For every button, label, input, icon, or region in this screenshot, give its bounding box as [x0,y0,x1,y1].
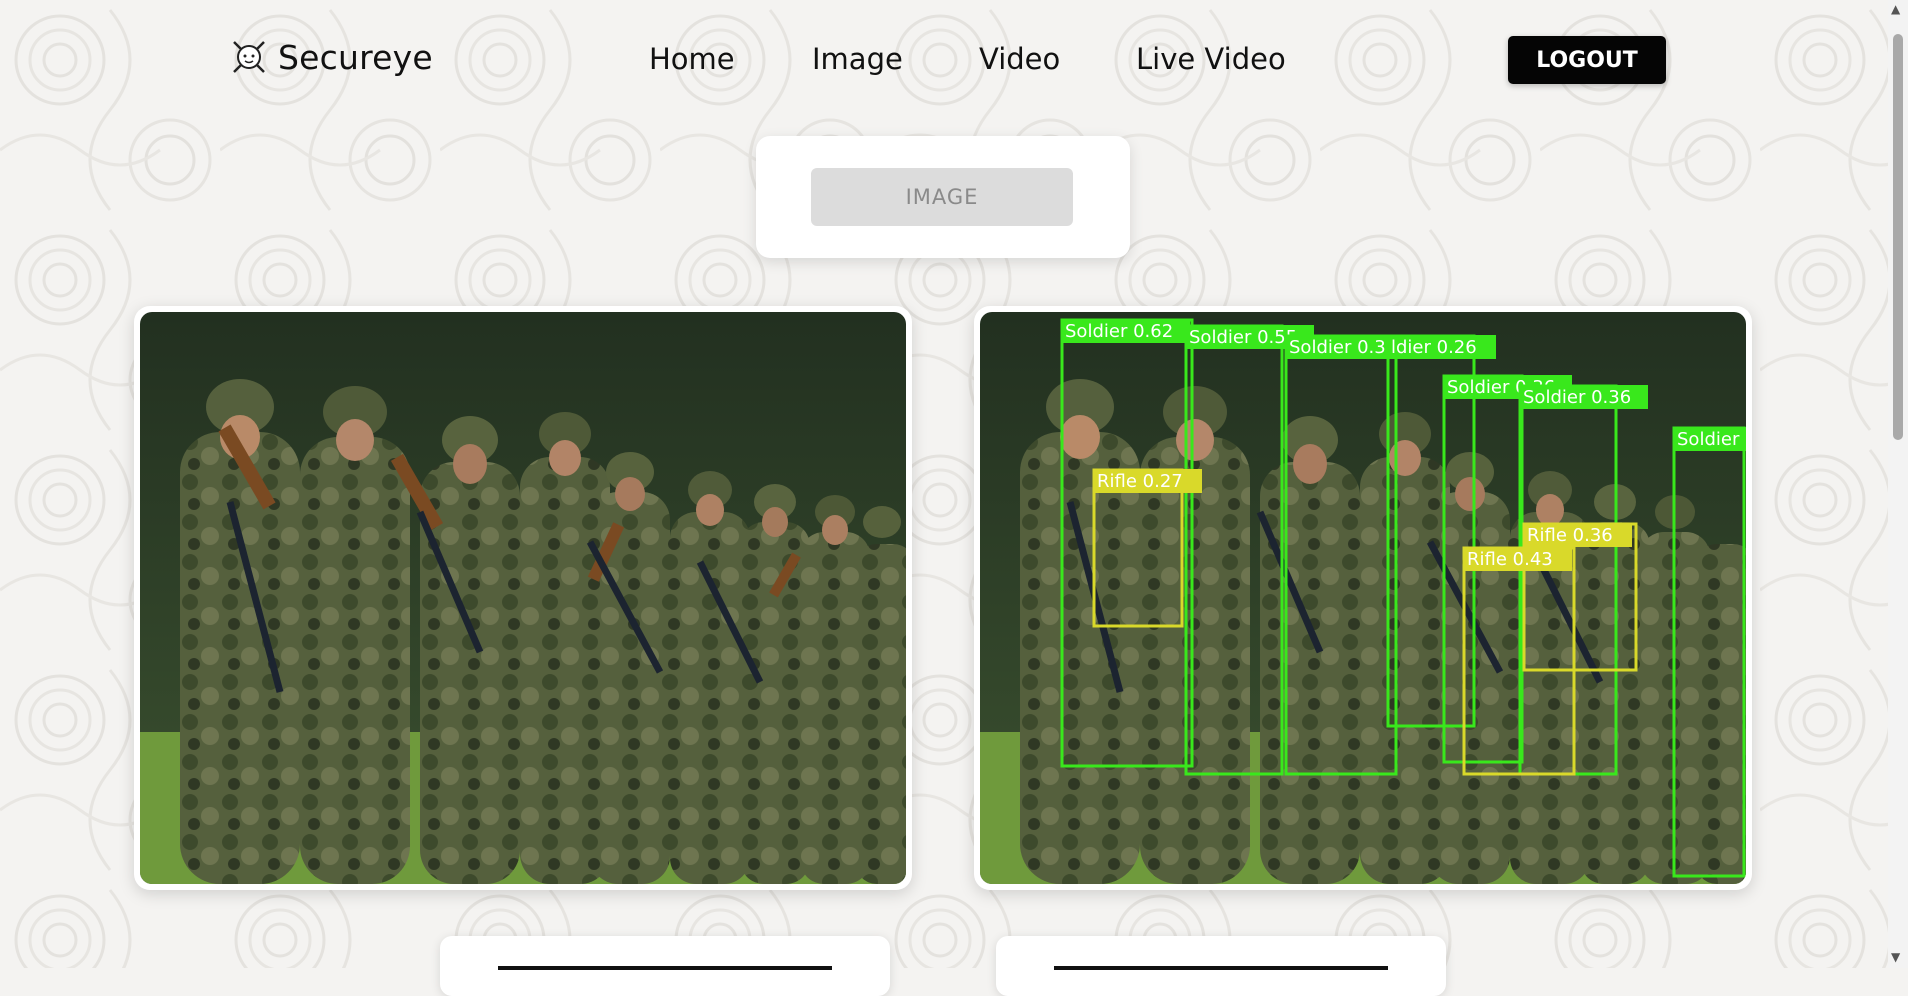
navbar: Secureye Home Image Video Live Video LOG… [0,0,1908,120]
original-image-frame [134,306,912,890]
detection-label: Soldier 0.62 [1065,321,1173,342]
brand-logo[interactable]: Secureye [228,36,433,78]
detection-label: Rifle 0.36 [1527,525,1613,546]
nav-video[interactable]: Video [979,42,1060,76]
detection-label: Soldier [1677,429,1740,450]
nav-home[interactable]: Home [649,42,735,76]
detection-label: Soldier 0.55 [1189,327,1297,348]
upload-card: IMAGE [756,136,1130,258]
scroll-thumb[interactable] [1893,34,1903,440]
detection-result-frame: Soldier 0.62 Soldier 0.55 Soldier 0.32 ldie… [974,306,1752,890]
bottom-card-bar [1054,966,1388,970]
scroll-down-icon[interactable]: ▼ [1891,950,1900,964]
detection-label: Rifle 0.27 [1097,471,1183,492]
scroll-up-icon[interactable]: ▲ [1891,2,1900,16]
nav-image[interactable]: Image [812,42,903,76]
original-soldiers-image [140,312,906,884]
nav-live-video[interactable]: Live Video [1136,42,1286,76]
detection-result-image: Soldier 0.62 Soldier 0.55Soldier 0.32ldie… [980,312,1746,884]
brand-name: Secureye [278,37,433,77]
bottom-card-right [996,936,1446,996]
detection-label: Soldier 0.36 [1523,387,1631,408]
image-upload-button[interactable]: IMAGE [811,168,1073,226]
detection-label: Rifle 0.43 [1467,549,1553,570]
detection-label: ldier 0.26 [1391,337,1477,358]
bottom-card-bar [498,966,832,970]
page-scrollbar[interactable]: ▲ ▼ [1888,0,1908,968]
bottom-card-left [440,936,890,996]
logout-button[interactable]: LOGOUT [1508,36,1666,84]
shield-crossed-swords-icon [233,41,265,73]
detection-label: Soldier 0.32 [1289,337,1397,358]
